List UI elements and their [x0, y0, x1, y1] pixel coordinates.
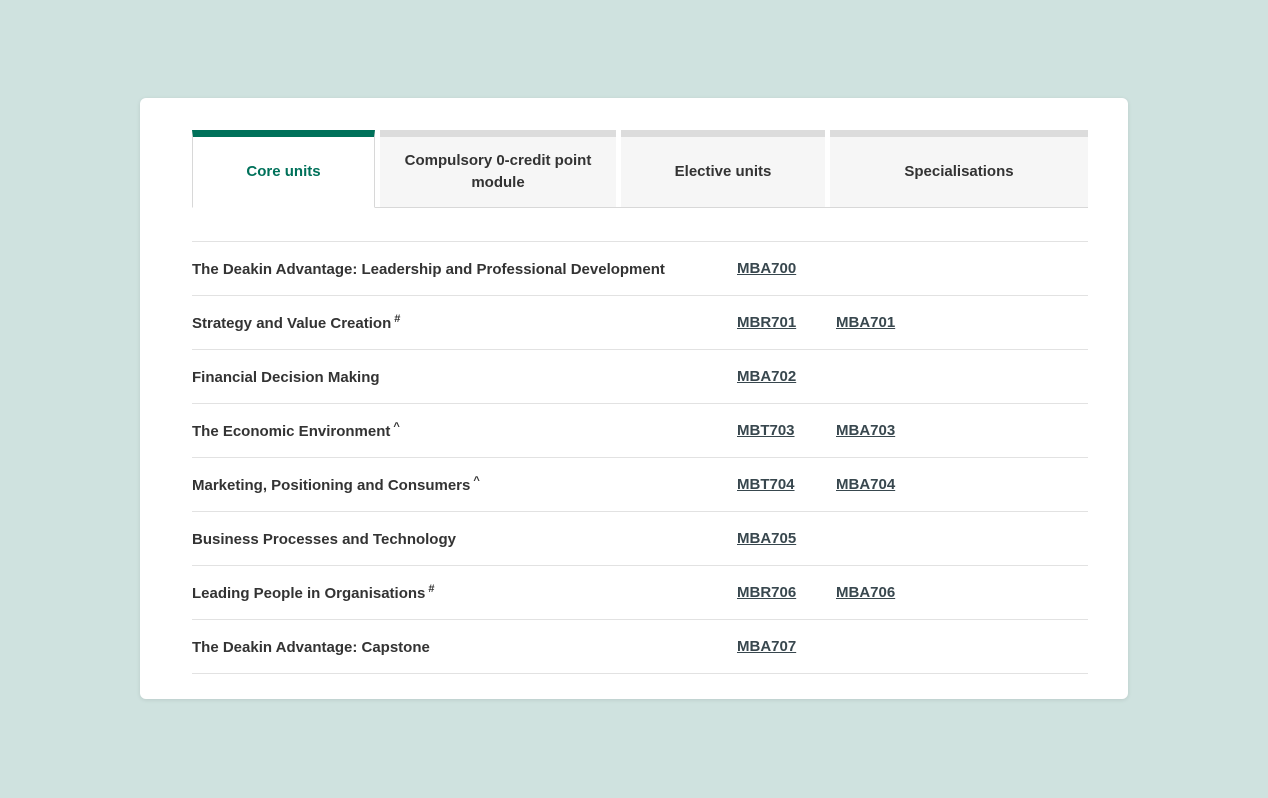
- tab-elective-units[interactable]: Elective units: [621, 130, 825, 207]
- unit-name-text: Financial Decision Making: [192, 369, 380, 386]
- code-cell: MBA705: [737, 530, 836, 548]
- unit-superscript: ^: [473, 475, 480, 487]
- unit-code-link[interactable]: MBT704: [737, 476, 795, 493]
- unit-superscript: #: [428, 583, 435, 595]
- content-card: Core units Compulsory 0-credit point mod…: [140, 98, 1128, 699]
- unit-name: Strategy and Value Creation #: [192, 313, 737, 332]
- unit-name: Marketing, Positioning and Consumers ^: [192, 475, 737, 494]
- table-row: Leading People in Organisations # MBR706 …: [192, 566, 1088, 620]
- unit-superscript: #: [394, 313, 401, 325]
- tab-label: Compulsory 0-credit point module: [404, 152, 592, 191]
- unit-code-link[interactable]: MBA707: [737, 638, 796, 655]
- tab-label: Specialisations: [904, 163, 1014, 181]
- code-cell: MBT703: [737, 422, 836, 440]
- unit-code-link[interactable]: MBA706: [836, 584, 895, 601]
- code-cell: MBA703: [836, 422, 1088, 440]
- unit-name: Business Processes and Technology: [192, 529, 737, 548]
- tab-bar: Core units Compulsory 0-credit point mod…: [192, 130, 1088, 208]
- table-row: Strategy and Value Creation # MBR701 MBA7…: [192, 296, 1088, 350]
- unit-code-link[interactable]: MBR701: [737, 314, 796, 331]
- unit-name-text: Leading People in Organisations: [192, 585, 426, 602]
- tab-specialisations[interactable]: Specialisations: [830, 130, 1088, 207]
- table-row: Financial Decision Making MBA702: [192, 350, 1088, 404]
- table-row: Marketing, Positioning and Consumers ^ MB…: [192, 458, 1088, 512]
- tab-label: Core units: [246, 163, 321, 181]
- units-table: The Deakin Advantage: Leadership and Pro…: [192, 241, 1088, 674]
- unit-name-text: The Deakin Advantage: Capstone: [192, 639, 430, 656]
- table-row: Business Processes and Technology MBA705: [192, 512, 1088, 566]
- unit-name-text: The Economic Environment: [192, 423, 391, 440]
- unit-code-link[interactable]: MBA702: [737, 368, 796, 385]
- tab-core-units[interactable]: Core units: [192, 130, 375, 208]
- unit-name-text: The Deakin Advantage: Leadership and Pro…: [192, 261, 665, 278]
- unit-name: Financial Decision Making: [192, 367, 737, 386]
- unit-name: The Economic Environment ^: [192, 421, 737, 440]
- table-row: The Economic Environment ^ MBT703 MBA703: [192, 404, 1088, 458]
- code-cell: MBA707: [737, 638, 836, 656]
- code-cell: MBR706: [737, 584, 836, 602]
- code-cell: MBA704: [836, 476, 1088, 494]
- unit-name-text: Marketing, Positioning and Consumers: [192, 477, 471, 494]
- unit-name: The Deakin Advantage: Leadership and Pro…: [192, 259, 737, 278]
- code-cell: MBA700: [737, 260, 836, 278]
- unit-code-link[interactable]: MBA705: [737, 530, 796, 547]
- unit-code-link[interactable]: MBA703: [836, 422, 895, 439]
- table-row: The Deakin Advantage: Leadership and Pro…: [192, 242, 1088, 296]
- table-row: The Deakin Advantage: Capstone MBA707: [192, 620, 1088, 674]
- unit-code-link[interactable]: MBA704: [836, 476, 895, 493]
- code-cell: MBR701: [737, 314, 836, 332]
- unit-code-link[interactable]: MBA701: [836, 314, 895, 331]
- unit-name-text: Strategy and Value Creation: [192, 315, 392, 332]
- unit-superscript: ^: [393, 421, 400, 433]
- unit-code-link[interactable]: MBA700: [737, 260, 796, 277]
- tab-compulsory-module[interactable]: Compulsory 0-credit point module: [380, 130, 616, 207]
- unit-name: The Deakin Advantage: Capstone: [192, 637, 737, 656]
- tab-label: Elective units: [674, 163, 772, 181]
- code-cell: MBA706: [836, 584, 1088, 602]
- code-cell: MBT704: [737, 476, 836, 494]
- unit-code-link[interactable]: MBR706: [737, 584, 796, 601]
- unit-name: Leading People in Organisations #: [192, 583, 737, 602]
- code-cell: MBA702: [737, 368, 836, 386]
- code-cell: MBA701: [836, 314, 1088, 332]
- unit-name-text: Business Processes and Technology: [192, 531, 456, 548]
- unit-code-link[interactable]: MBT703: [737, 422, 795, 439]
